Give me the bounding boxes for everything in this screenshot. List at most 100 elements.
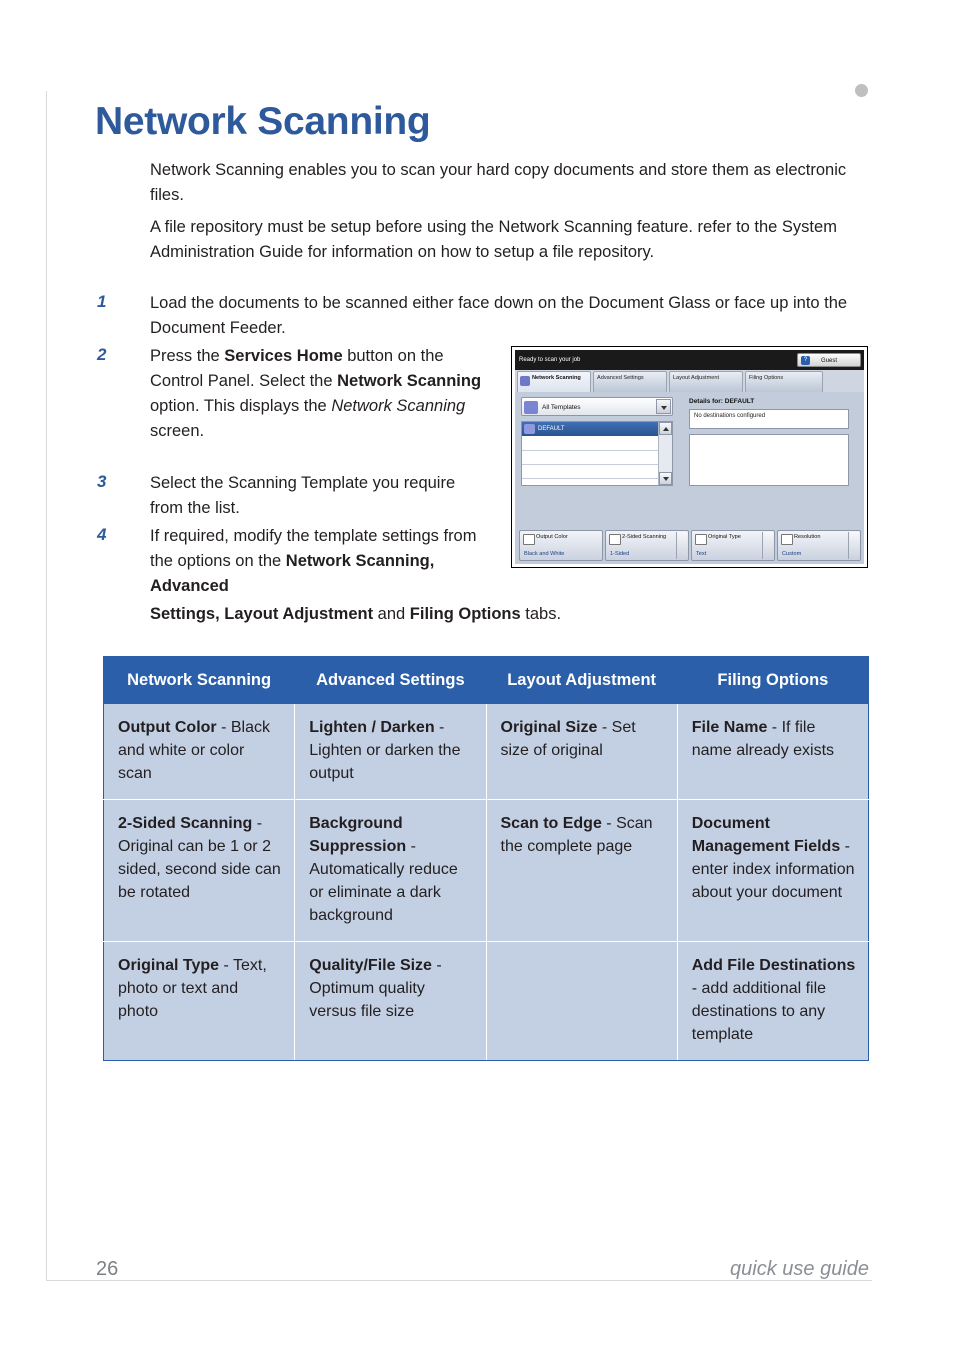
table-header-network-scanning: Network Scanning bbox=[102, 656, 296, 704]
two-sided-scanning-icon bbox=[609, 534, 621, 545]
table-cell-term: Original Type bbox=[118, 957, 220, 974]
list-divider bbox=[522, 478, 672, 479]
tab-advanced-settings[interactable]: Advanced Settings bbox=[593, 371, 667, 392]
list-divider bbox=[522, 450, 672, 451]
table-cell: Scan to Edge - Scan the complete page bbox=[486, 799, 678, 942]
table-cell-term: Document Management Fields bbox=[691, 815, 841, 855]
step-text-4-continued: Settings, Layout Adjustment and Filing O… bbox=[150, 605, 562, 623]
table-row: 2-Sided Scanning - Original can be 1 or … bbox=[102, 799, 870, 942]
step-number-1: 1 bbox=[97, 292, 107, 311]
table-header-advanced-settings: Advanced Settings bbox=[294, 656, 487, 704]
table-cell-term: Quality/File Size bbox=[309, 957, 432, 974]
step-number-4: 4 bbox=[97, 525, 107, 544]
tab-filing-options[interactable]: Filing Options bbox=[745, 371, 823, 392]
help-icon: ? bbox=[801, 356, 810, 365]
tab-filing-options-label: Filing Options bbox=[749, 375, 784, 381]
quick-setting-resolution-value: Custom bbox=[782, 550, 802, 557]
table-cell: Original Size - Set size of original bbox=[486, 703, 678, 800]
step-text-1: Load the documents to be scanned either … bbox=[150, 294, 848, 337]
control-panel-inner: Ready to scan your job ? Guest Network S… bbox=[515, 350, 864, 564]
step-number-2: 2 bbox=[97, 345, 107, 364]
templates-icon bbox=[524, 401, 538, 414]
footer-guide-label: quick use guide bbox=[730, 1258, 869, 1280]
page-left-rule bbox=[46, 90, 47, 1280]
template-filter-dropdown[interactable]: All Templates bbox=[521, 397, 673, 416]
tab-layout-adjustment[interactable]: Layout Adjustment bbox=[669, 371, 743, 392]
scroll-down-icon[interactable] bbox=[659, 472, 672, 485]
page-number: 26 bbox=[96, 1258, 119, 1280]
quick-setting-2-sided-scanning-value: 1-Sided bbox=[610, 550, 630, 557]
table-cell: Add File Destinations - add additional f… bbox=[677, 941, 870, 1061]
template-filter-value: All Templates bbox=[542, 404, 581, 411]
table-cell-description: - add additional file destinations to an… bbox=[691, 980, 827, 1043]
output-color-icon bbox=[523, 534, 535, 545]
table-cell-term: Scan to Edge bbox=[500, 815, 602, 832]
details-destinations-box: No destinations configured bbox=[689, 409, 849, 429]
control-panel-screenshot: Ready to scan your job ? Guest Network S… bbox=[511, 346, 868, 568]
table-cell bbox=[486, 941, 678, 1061]
document-page: Network Scanning Network Scanning enable… bbox=[0, 0, 954, 1352]
page-title: Network Scanning bbox=[95, 100, 431, 143]
panel-content: All Templates DEFAULT Details for: DEFAU… bbox=[515, 392, 864, 564]
stepper-arrows-icon[interactable] bbox=[762, 532, 773, 559]
guest-button[interactable]: ? Guest bbox=[797, 353, 861, 367]
table-cell-term: Output Color bbox=[118, 719, 217, 736]
corner-dot-decoration bbox=[855, 84, 868, 97]
chevron-down-icon[interactable] bbox=[656, 399, 671, 414]
quick-setting-original-type-value: Text bbox=[696, 550, 707, 557]
step-number-3: 3 bbox=[97, 472, 107, 491]
step-text-3: Select the Scanning Template you require… bbox=[150, 474, 456, 517]
quick-setting-original-type-label: Original Type bbox=[708, 534, 741, 540]
intro-paragraph-2: A file repository must be setup before u… bbox=[150, 218, 837, 261]
quick-setting-resolution-label: Resolution bbox=[794, 534, 821, 540]
step-text-4: If required, modify the template setting… bbox=[150, 527, 477, 595]
details-heading: Details for: DEFAULT bbox=[689, 398, 755, 405]
scan-options-table: Network Scanning Advanced Settings Layou… bbox=[102, 656, 870, 1061]
table-cell: Quality/File Size - Optimum quality vers… bbox=[294, 941, 487, 1061]
panel-status-bar: Ready to scan your job ? Guest bbox=[515, 350, 864, 370]
quick-setting-resolution[interactable]: Resolution Custom bbox=[777, 530, 861, 561]
panel-quick-settings: Output Color Black and White 2-Sided Sca… bbox=[519, 530, 861, 561]
table-cell: Background Suppression - Automatically r… bbox=[294, 799, 487, 942]
original-type-icon bbox=[695, 534, 707, 545]
table-cell: Document Management Fields - enter index… bbox=[677, 799, 870, 942]
list-divider bbox=[522, 464, 672, 465]
table-header-layout-adjustment: Layout Adjustment bbox=[485, 656, 678, 704]
table-cell-term: Lighten / Darken bbox=[309, 719, 435, 736]
quick-setting-original-type[interactable]: Original Type Text bbox=[691, 530, 775, 561]
template-list-scrollbar[interactable] bbox=[658, 422, 672, 485]
table-row: Output Color - Black and white or color … bbox=[102, 703, 870, 800]
table-cell-term: 2-Sided Scanning bbox=[118, 815, 253, 832]
template-item-icon bbox=[524, 424, 535, 434]
table-cell: Lighten / Darken - Lighten or darken the… bbox=[294, 703, 487, 800]
details-secondary-box bbox=[689, 434, 849, 486]
table-cell: Output Color - Black and white or color … bbox=[102, 703, 296, 800]
tab-advanced-settings-label: Advanced Settings bbox=[597, 375, 644, 381]
tab-network-scanning-label: Network Scanning bbox=[532, 375, 581, 381]
panel-tab-bar: Network Scanning Advanced Settings Layou… bbox=[515, 370, 864, 392]
stepper-arrows-icon[interactable] bbox=[676, 532, 687, 559]
template-list[interactable]: DEFAULT bbox=[521, 421, 673, 486]
quick-setting-output-color-value: Black and White bbox=[524, 550, 565, 557]
intro-paragraph-1: Network Scanning enables you to scan you… bbox=[150, 161, 847, 204]
stepper-arrows-icon[interactable] bbox=[848, 532, 859, 559]
table-cell-term: File Name bbox=[691, 719, 768, 736]
quick-setting-2-sided-scanning[interactable]: 2-Sided Scanning 1-Sided bbox=[605, 530, 689, 561]
step-text-2: Press the Services Home button on the Co… bbox=[150, 347, 482, 440]
table-cell-term: Add File Destinations bbox=[691, 957, 856, 974]
scroll-up-icon[interactable] bbox=[659, 422, 672, 435]
resolution-icon bbox=[781, 534, 793, 545]
tab-network-scanning[interactable]: Network Scanning bbox=[517, 371, 591, 392]
page-top-rule bbox=[46, 90, 872, 91]
tab-layout-adjustment-label: Layout Adjustment bbox=[673, 375, 720, 381]
quick-setting-output-color[interactable]: Output Color Black and White bbox=[519, 530, 603, 561]
table-cell: File Name - If file name already exists bbox=[677, 703, 870, 800]
table-cell-term: Original Size bbox=[500, 719, 598, 736]
network-scanning-icon bbox=[520, 376, 530, 386]
table-cell: 2-Sided Scanning - Original can be 1 or … bbox=[102, 799, 296, 942]
template-list-item-default[interactable]: DEFAULT bbox=[522, 422, 672, 436]
table-header-filing-options: Filing Options bbox=[676, 656, 870, 704]
guest-button-label: Guest bbox=[820, 358, 837, 364]
table-header-row: Network Scanning Advanced Settings Layou… bbox=[102, 656, 870, 704]
details-destinations-text: No destinations configured bbox=[694, 413, 766, 419]
